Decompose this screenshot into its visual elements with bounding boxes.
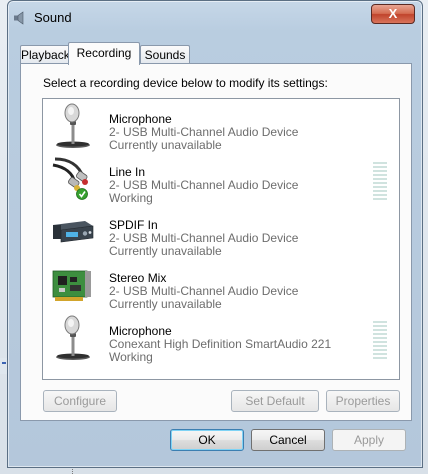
device-driver: 2- USB Multi-Channel Audio Device	[109, 231, 299, 245]
spdif-device-icon	[49, 208, 97, 256]
device-name: Stereo Mix	[109, 271, 167, 285]
configure-button[interactable]: Configure	[43, 390, 117, 412]
microphone-icon	[49, 314, 97, 362]
list-item-microphone-usb[interactable]: Microphone 2- USB Multi-Channel Audio De…	[43, 99, 399, 152]
list-item-microphone-conexant[interactable]: Microphone Conexant High Definition Smar…	[43, 311, 399, 364]
sound-card-icon	[49, 261, 97, 309]
window-title: Sound	[34, 10, 72, 25]
tab-playback[interactable]: Playback	[20, 45, 70, 64]
line-in-cable-icon	[49, 155, 97, 203]
sound-dialog: Sound X Playback Recording Sounds Select…	[7, 0, 423, 468]
list-item-line-in[interactable]: Line In 2- USB Multi-Channel Audio Devic…	[43, 152, 399, 205]
device-name: SPDIF In	[109, 218, 158, 232]
title-bar[interactable]: Sound X	[8, 1, 422, 37]
device-status: Currently unavailable	[109, 138, 222, 152]
device-status: Working	[109, 350, 153, 364]
list-item-spdif-in[interactable]: SPDIF In 2- USB Multi-Channel Audio Devi…	[43, 205, 399, 258]
device-name: Microphone	[109, 324, 172, 338]
device-driver: 2- USB Multi-Channel Audio Device	[109, 284, 299, 298]
close-button[interactable]: X	[371, 4, 415, 24]
device-list[interactable]: Microphone 2- USB Multi-Channel Audio De…	[42, 98, 400, 380]
device-status: Currently unavailable	[109, 244, 222, 258]
properties-button[interactable]: Properties	[326, 390, 400, 412]
cancel-button[interactable]: Cancel	[251, 429, 325, 451]
tab-sounds[interactable]: Sounds	[140, 45, 190, 64]
level-meter	[373, 321, 387, 361]
device-status: Working	[109, 191, 153, 205]
device-name: Line In	[109, 165, 146, 179]
device-driver: 2- USB Multi-Channel Audio Device	[109, 178, 299, 192]
microphone-icon	[49, 102, 97, 150]
device-driver: 2- USB Multi-Channel Audio Device	[109, 125, 299, 139]
list-item-stereo-mix[interactable]: Stereo Mix 2- USB Multi-Channel Audio De…	[43, 258, 399, 311]
speaker-icon	[13, 11, 27, 25]
tab-recording[interactable]: Recording	[68, 42, 140, 65]
device-driver: Conexant High Definition SmartAudio 221	[109, 337, 332, 351]
device-status: Currently unavailable	[109, 297, 222, 311]
set-default-button[interactable]: Set Default	[231, 390, 319, 412]
level-meter	[373, 162, 387, 202]
instructions-text: Select a recording device below to modif…	[43, 76, 328, 90]
apply-button[interactable]: Apply	[332, 429, 406, 451]
ok-button[interactable]: OK	[170, 429, 244, 451]
device-name: Microphone	[109, 112, 172, 126]
tab-panel: Select a recording device below to modif…	[20, 63, 412, 421]
